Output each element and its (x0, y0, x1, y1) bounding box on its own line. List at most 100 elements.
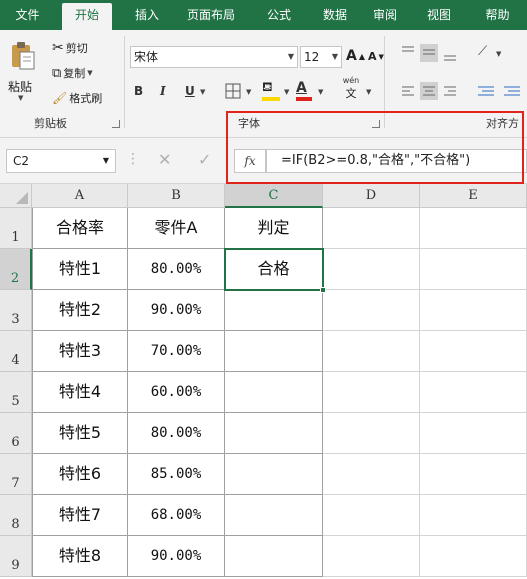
cell-c7[interactable] (225, 454, 323, 495)
cell-b6[interactable]: 80.00% (128, 413, 225, 454)
cell-b2[interactable]: 80.00% (128, 249, 225, 290)
chevron-down-icon[interactable]: ▼ (284, 88, 289, 96)
column-header-c[interactable]: C (225, 184, 323, 208)
row-header-3[interactable]: 3 (0, 290, 32, 331)
formula-input[interactable]: =IF(B2>=0.8,"合格","不合格") (266, 149, 527, 173)
menu-insert[interactable]: 插入 (122, 0, 172, 30)
font-launcher-icon[interactable] (372, 120, 380, 128)
phonetic-button[interactable]: wén 文 (336, 76, 366, 102)
column-header-b[interactable]: B (128, 184, 225, 208)
cell-b7[interactable]: 85.00% (128, 454, 225, 495)
fill-color-button[interactable]: ⛾ (262, 80, 282, 102)
format-painter-button[interactable]: 🖌 格式刷 (52, 90, 102, 106)
cell-d4[interactable] (323, 331, 420, 372)
row-header-1[interactable]: 1 (0, 208, 32, 249)
cell-e4[interactable] (420, 331, 527, 372)
cell-c2[interactable]: 合格 (225, 249, 323, 290)
underline-button[interactable]: U (185, 84, 195, 98)
cell-c8[interactable] (225, 495, 323, 536)
copy-button[interactable]: ⧉ 复制 ▼ (52, 65, 93, 81)
increase-font-size-button[interactable]: A ▲ (346, 48, 365, 64)
cell-a1[interactable]: 合格率 (32, 208, 128, 249)
column-header-d[interactable]: D (323, 184, 420, 208)
cell-a8[interactable]: 特性7 (32, 495, 128, 536)
cancel-icon[interactable]: ✕ (158, 150, 171, 169)
cell-e5[interactable] (420, 372, 527, 413)
chevron-down-icon[interactable]: ▼ (200, 88, 205, 96)
row-header-4[interactable]: 4 (0, 331, 32, 372)
cell-a3[interactable]: 特性2 (32, 290, 128, 331)
cell-b9[interactable]: 90.00% (128, 536, 225, 577)
cell-c4[interactable] (225, 331, 323, 372)
horizontal-align-icons[interactable] (400, 82, 460, 102)
paste-button[interactable]: 粘贴 ▼ (6, 40, 40, 106)
font-color-button[interactable]: A (296, 80, 316, 102)
cell-b1[interactable]: 零件A (128, 208, 225, 249)
menu-review[interactable]: 审阅 (360, 0, 410, 30)
cell-a7[interactable]: 特性6 (32, 454, 128, 495)
borders-icon[interactable] (224, 82, 242, 100)
cell-e1[interactable] (420, 208, 527, 249)
chevron-down-icon[interactable]: ▼ (366, 88, 371, 96)
cell-d1[interactable] (323, 208, 420, 249)
menu-data[interactable]: 数据 (310, 0, 360, 30)
formula-bar-grip-icon[interactable]: ⋮ (126, 151, 140, 167)
cell-e3[interactable] (420, 290, 527, 331)
orientation-icon[interactable]: ⟋ (478, 44, 487, 59)
cell-c1[interactable]: 判定 (225, 208, 323, 249)
clipboard-launcher-icon[interactable] (112, 120, 120, 128)
vertical-align-icons[interactable] (400, 44, 460, 64)
chevron-down-icon[interactable]: ▼ (246, 88, 251, 96)
cell-c6[interactable] (225, 413, 323, 454)
select-all-corner[interactable] (0, 184, 32, 208)
row-header-6[interactable]: 6 (0, 413, 32, 454)
cut-button[interactable]: ✂ 剪切 (52, 40, 88, 56)
cell-d3[interactable] (323, 290, 420, 331)
menu-page-layout[interactable]: 页面布局 (176, 0, 246, 30)
fill-handle[interactable] (320, 287, 326, 293)
row-header-5[interactable]: 5 (0, 372, 32, 413)
cell-e8[interactable] (420, 495, 527, 536)
cell-d8[interactable] (323, 495, 420, 536)
cell-e7[interactable] (420, 454, 527, 495)
column-header-a[interactable]: A (32, 184, 128, 208)
chevron-down-icon[interactable]: ▼ (318, 88, 323, 96)
menu-help[interactable]: 帮助 (470, 0, 525, 30)
cell-d5[interactable] (323, 372, 420, 413)
cell-b5[interactable]: 60.00% (128, 372, 225, 413)
cell-d2[interactable] (323, 249, 420, 290)
cell-b8[interactable]: 68.00% (128, 495, 225, 536)
cell-d7[interactable] (323, 454, 420, 495)
cell-c5[interactable] (225, 372, 323, 413)
cell-d6[interactable] (323, 413, 420, 454)
font-size-select[interactable]: 12 ▼ (300, 46, 342, 68)
cell-d9[interactable] (323, 536, 420, 577)
cell-c3[interactable] (225, 290, 323, 331)
cell-e9[interactable] (420, 536, 527, 577)
row-header-9[interactable]: 9 (0, 536, 32, 577)
cell-a5[interactable]: 特性4 (32, 372, 128, 413)
cell-a4[interactable]: 特性3 (32, 331, 128, 372)
menu-home[interactable]: 开始 (62, 3, 112, 30)
cell-e2[interactable] (420, 249, 527, 290)
cell-e6[interactable] (420, 413, 527, 454)
chevron-down-icon[interactable]: ▼ (496, 50, 501, 58)
insert-function-button[interactable]: fx (234, 149, 266, 173)
row-header-2[interactable]: 2 (0, 249, 32, 290)
menu-file[interactable]: 文件 (0, 0, 55, 30)
menu-view[interactable]: 视图 (414, 0, 464, 30)
menu-formulas[interactable]: 公式 (254, 0, 304, 30)
decrease-font-size-button[interactable]: A ▼ (368, 50, 384, 63)
cell-a2[interactable]: 特性1 (32, 249, 128, 290)
bold-button[interactable]: B (134, 84, 143, 98)
column-header-e[interactable]: E (420, 184, 527, 208)
indent-icons[interactable] (476, 82, 527, 102)
cell-b4[interactable]: 70.00% (128, 331, 225, 372)
row-header-7[interactable]: 7 (0, 454, 32, 495)
cell-a9[interactable]: 特性8 (32, 536, 128, 577)
cell-c9[interactable] (225, 536, 323, 577)
font-name-select[interactable]: 宋体 ▼ (130, 46, 298, 68)
row-header-8[interactable]: 8 (0, 495, 32, 536)
name-box[interactable]: C2 ▼ (6, 149, 116, 173)
cell-b3[interactable]: 90.00% (128, 290, 225, 331)
